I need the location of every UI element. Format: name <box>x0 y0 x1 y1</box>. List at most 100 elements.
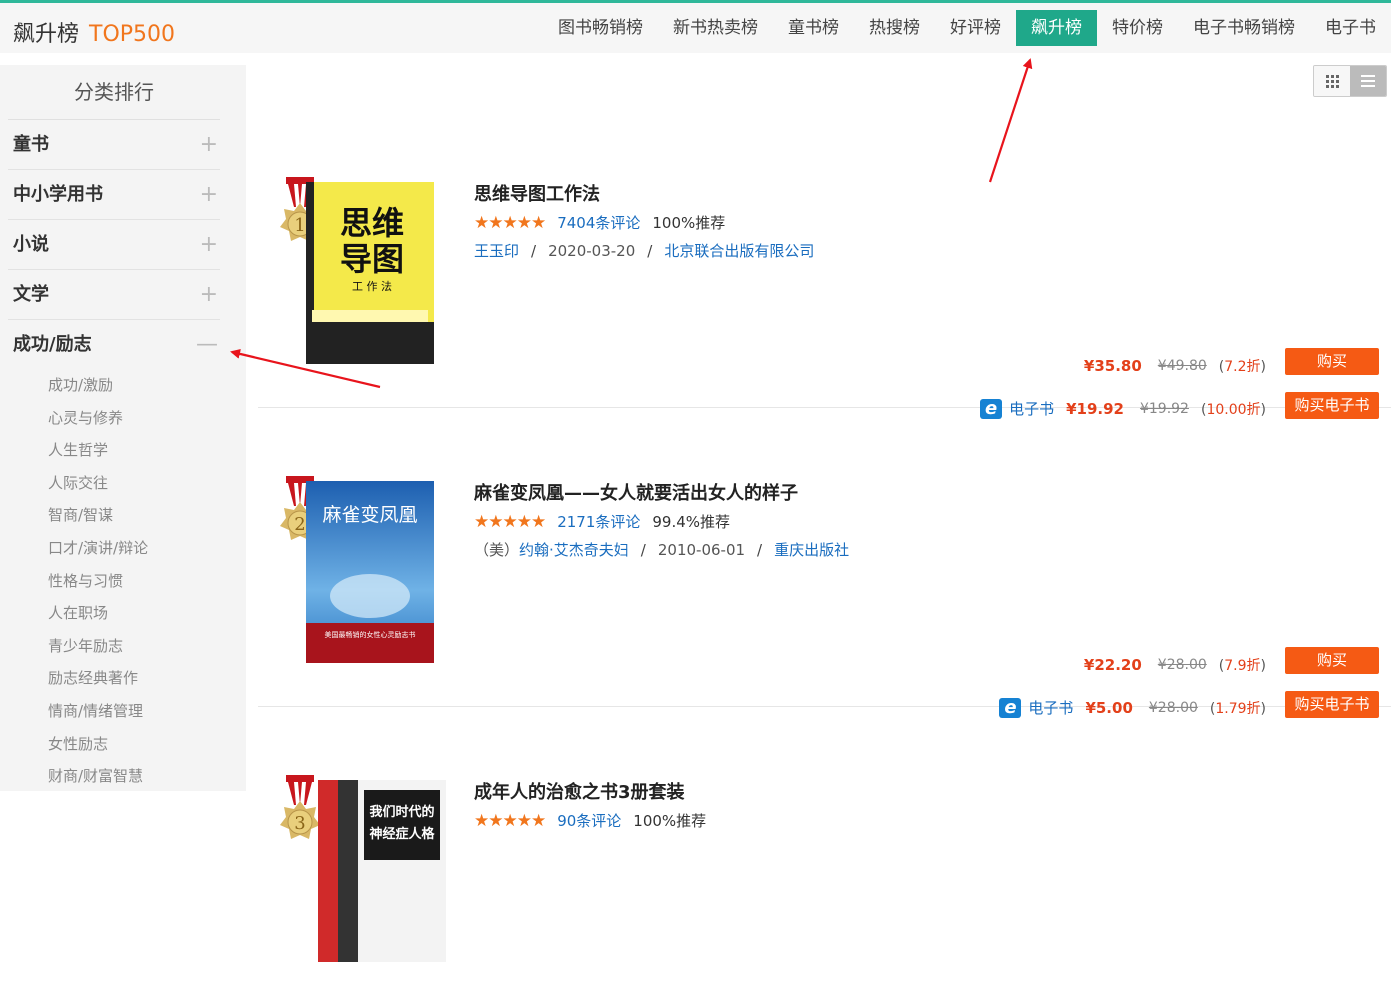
grid-view-icon[interactable] <box>1314 66 1350 96</box>
subcategory-item[interactable]: 青少年励志 <box>48 630 246 663</box>
tab-hot-search[interactable]: 热搜榜 <box>854 10 935 46</box>
rank-number: 1 <box>294 215 305 236</box>
tab-children[interactable]: 童书榜 <box>773 10 854 46</box>
star-rating-icon: ★★★★★ <box>474 810 546 831</box>
list-item: 3 我们时代的 神经症人格 成年人的治愈之书3册套装 ★★★★★ 90条评论 1… <box>258 707 1391 1005</box>
author-link[interactable]: 约翰·艾杰奇夫妇 <box>519 541 629 559</box>
publisher-link[interactable]: 重庆出版社 <box>774 541 849 559</box>
view-toggle <box>1313 65 1387 97</box>
rank-medal-icon: 3 <box>280 775 320 839</box>
price-row: ¥35.80 ¥49.80 (7.2折) <box>1084 356 1266 376</box>
list-item: 2 麻雀变凤凰 美国最畅销的女性心灵励志书 麻雀变凤凰——女人就要活出女人的样子… <box>258 408 1391 718</box>
divider: / <box>647 242 653 260</box>
tab-ebook-bestseller[interactable]: 电子书畅销榜 <box>1178 10 1310 46</box>
subcategory-item[interactable]: 女性励志 <box>48 728 246 761</box>
price-row: ¥22.20 ¥28.00 (7.9折) <box>1084 655 1266 675</box>
current-price: ¥35.80 <box>1083 357 1142 375</box>
ranking-tabs: 图书畅销榜 新书热卖榜 童书榜 热搜榜 好评榜 飙升榜 特价榜 电子书畅销榜 电… <box>543 10 1391 46</box>
book-title[interactable]: 麻雀变凤凰——女人就要活出女人的样子 <box>474 479 798 505</box>
discount-value: 7.2折 <box>1224 359 1261 375</box>
collapse-icon[interactable]: — <box>196 320 218 369</box>
subcategory-item[interactable]: 心灵与修养 <box>48 402 246 435</box>
tab-new-books[interactable]: 新书热卖榜 <box>658 10 773 46</box>
subcategory-item[interactable]: 成功/激励 <box>48 369 246 402</box>
buy-button[interactable]: 购买 <box>1285 348 1379 375</box>
review-count-link[interactable]: 2171条评论 <box>557 511 640 532</box>
header: 飙升榜 TOP500 图书畅销榜 新书热卖榜 童书榜 热搜榜 好评榜 飙升榜 特价… <box>0 3 1391 53</box>
tab-top-rated[interactable]: 好评榜 <box>935 10 1016 46</box>
tab-special-price[interactable]: 特价榜 <box>1097 10 1178 46</box>
divider: / <box>640 541 646 559</box>
original-price: ¥49.80 <box>1157 358 1207 374</box>
page-subtitle: TOP500 <box>89 22 176 47</box>
rating-row: ★★★★★ 2171条评论 99.4%推荐 <box>474 511 730 532</box>
sidebar-item-children[interactable]: 童书 + <box>8 120 220 170</box>
subcategory-item[interactable]: 人在职场 <box>48 597 246 630</box>
publish-date: 2010-06-01 <box>657 541 746 559</box>
review-count-link[interactable]: 90条评论 <box>557 810 621 831</box>
expand-icon[interactable]: + <box>200 270 218 319</box>
book-cover[interactable]: 思维 导图 工 作 法 <box>306 182 434 364</box>
book-cover[interactable]: 麻雀变凤凰 美国最畅销的女性心灵励志书 <box>306 481 434 663</box>
subcategory-item[interactable]: 口才/演讲/辩论 <box>48 532 246 565</box>
rank-number: 2 <box>294 514 305 535</box>
recommend-rate: 100%推荐 <box>633 812 707 830</box>
category-label: 童书 <box>13 134 49 155</box>
discount: (7.9折) <box>1218 658 1266 674</box>
subcategory-item[interactable]: 智商/智谋 <box>48 499 246 532</box>
expand-icon[interactable]: + <box>200 170 218 219</box>
svg-text:导图: 导图 <box>340 240 404 278</box>
page-title: 飙升榜 TOP500 <box>13 16 175 48</box>
recommend-rate: 99.4%推荐 <box>652 513 731 531</box>
buy-button[interactable]: 购买 <box>1285 647 1379 674</box>
book-cover[interactable]: 我们时代的 神经症人格 <box>318 780 446 962</box>
expand-icon[interactable]: + <box>200 120 218 169</box>
star-rating-icon: ★★★★★ <box>474 212 546 233</box>
book-title[interactable]: 思维导图工作法 <box>474 180 600 206</box>
tab-bestseller[interactable]: 图书畅销榜 <box>543 10 658 46</box>
subcategory-list: 成功/激励 心灵与修养 人生哲学 人际交往 智商/智谋 口才/演讲/辩论 性格与… <box>48 369 246 793</box>
sidebar-title: 分类排行 <box>8 65 220 120</box>
current-price: ¥22.20 <box>1083 656 1142 674</box>
tab-rising[interactable]: 飙升榜 <box>1016 10 1097 46</box>
category-label: 小说 <box>13 234 49 255</box>
svg-text:美国最畅销的女性心灵励志书: 美国最畅销的女性心灵励志书 <box>325 630 416 639</box>
original-price: ¥28.00 <box>1157 657 1207 673</box>
sidebar-item-success[interactable]: 成功/励志 — <box>8 320 220 369</box>
publish-date: 2020-03-20 <box>548 242 636 260</box>
review-count-link[interactable]: 7404条评论 <box>557 212 640 233</box>
list-view-icon[interactable] <box>1350 66 1386 96</box>
author-link[interactable]: 王玉印 <box>474 242 519 260</box>
category-label: 文学 <box>13 284 49 305</box>
category-label: 中小学用书 <box>13 184 103 205</box>
star-rating-icon: ★★★★★ <box>474 511 546 532</box>
discount-value: 7.9折 <box>1224 658 1261 674</box>
book-title[interactable]: 成年人的治愈之书3册套装 <box>474 778 685 804</box>
subcategory-item[interactable]: 人际交往 <box>48 467 246 500</box>
divider: / <box>531 242 537 260</box>
sidebar-item-literature[interactable]: 文学 + <box>8 270 220 320</box>
page-title-text: 飙升榜 <box>13 22 80 47</box>
expand-icon[interactable]: + <box>200 220 218 269</box>
svg-text:神经症人格: 神经症人格 <box>369 826 435 842</box>
sidebar-item-school[interactable]: 中小学用书 + <box>8 170 220 220</box>
publisher-link[interactable]: 北京联合出版有限公司 <box>664 242 814 260</box>
subcategory-item[interactable]: 性格与习惯 <box>48 565 246 598</box>
rating-row: ★★★★★ 7404条评论 100%推荐 <box>474 212 725 233</box>
sidebar-item-novel[interactable]: 小说 + <box>8 220 220 270</box>
book-list: 1 思维 导图 工 作 法 思维导图工作法 ★★★★★ 7404条评论 100%… <box>258 65 1391 962</box>
author-prefix: （美） <box>474 541 520 559</box>
divider: / <box>757 541 763 559</box>
subcategory-item[interactable]: 励志经典著作 <box>48 662 246 695</box>
svg-text:工 作 法: 工 作 法 <box>352 279 392 293</box>
subcategory-item[interactable]: 财商/财富智慧 <box>48 760 246 793</box>
list-item: 1 思维 导图 工 作 法 思维导图工作法 ★★★★★ 7404条评论 100%… <box>258 109 1391 419</box>
rank-number: 3 <box>294 813 305 834</box>
subcategory-item[interactable]: 人生哲学 <box>48 434 246 467</box>
svg-text:麻雀变凤凰: 麻雀变凤凰 <box>322 504 417 526</box>
subcategory-item[interactable]: 情商/情绪管理 <box>48 695 246 728</box>
svg-text:思维: 思维 <box>340 204 404 242</box>
svg-text:我们时代的: 我们时代的 <box>369 804 434 820</box>
tab-ebook[interactable]: 电子书 <box>1310 10 1391 46</box>
book-meta: 王玉印 / 2020-03-20 / 北京联合出版有限公司 <box>474 240 814 261</box>
